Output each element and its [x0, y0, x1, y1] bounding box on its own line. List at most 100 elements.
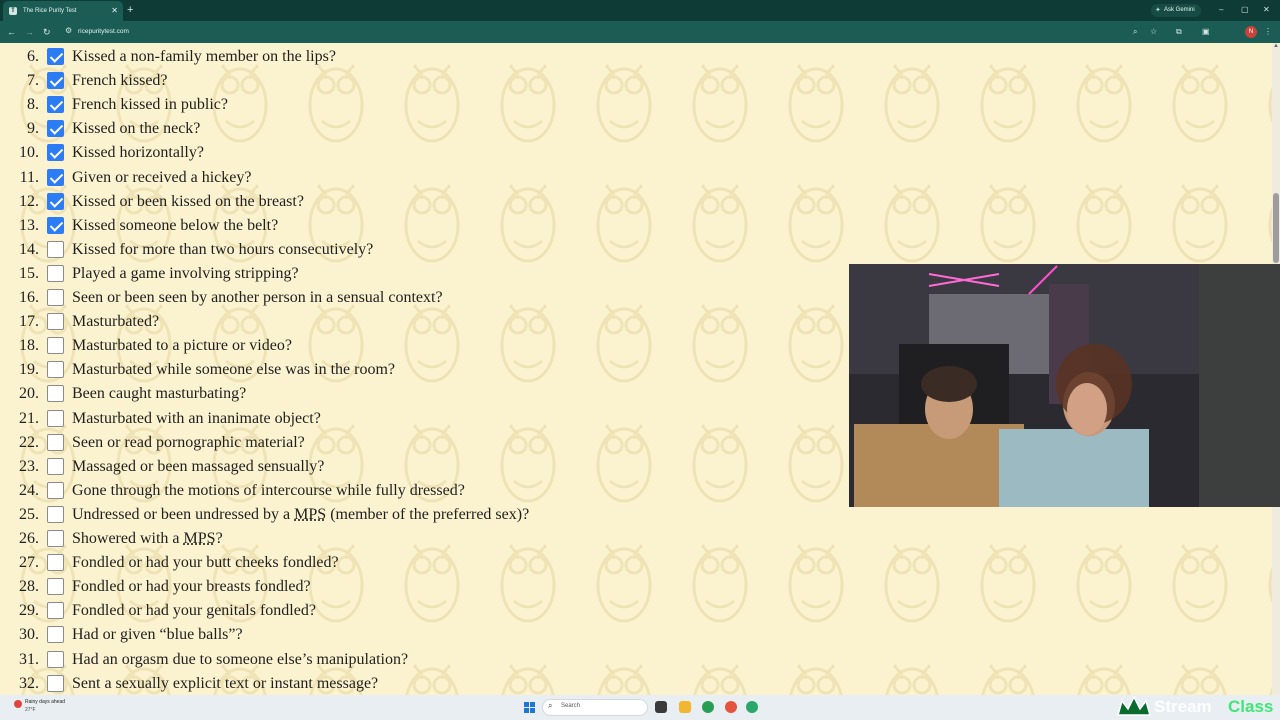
taskview-icon[interactable] — [655, 701, 667, 713]
question-text[interactable]: Seen or read pornographic material? — [72, 434, 305, 452]
question-checkbox[interactable] — [47, 337, 64, 355]
sidepanel-icon[interactable]: ▣ — [1202, 25, 1210, 39]
question-checkbox[interactable] — [47, 457, 64, 475]
question-text[interactable]: Kissed someone below the belt? — [72, 217, 278, 235]
question-checkbox[interactable] — [47, 361, 64, 379]
question-text[interactable]: Kissed for more than two hours consecuti… — [72, 241, 373, 259]
forward-arrow-icon[interactable]: → — [25, 25, 34, 39]
app-icon[interactable] — [746, 701, 758, 713]
url-text[interactable]: ricepuritytest.com — [78, 23, 129, 41]
question-text[interactable]: Masturbated while someone else was in th… — [72, 361, 395, 379]
browser-tab-bar: T The Rice Purity Test ✕ + ✦ Ask Gemini … — [0, 0, 1280, 21]
question-row: 17. Masturbated? — [0, 310, 700, 334]
question-row: 11. Given or received a hickey? — [0, 166, 700, 190]
windows-start-icon[interactable] — [524, 702, 535, 713]
chrome-icon[interactable] — [702, 701, 714, 713]
question-checkbox[interactable] — [47, 505, 64, 523]
question-number: 27. — [19, 554, 39, 572]
tab-close-icon[interactable]: ✕ — [111, 1, 118, 21]
question-checkbox[interactable] — [47, 264, 64, 282]
question-text[interactable]: Massaged or been massaged sensually? — [72, 458, 324, 476]
question-text[interactable]: Been caught masturbating? — [72, 385, 246, 403]
question-text[interactable]: Masturbated to a picture or video? — [72, 337, 292, 355]
question-text[interactable]: Played a game involving stripping? — [72, 265, 299, 283]
question-text[interactable]: Fondled or had your breasts fondled? — [72, 578, 311, 596]
reload-icon[interactable]: ↻ — [43, 25, 51, 39]
profile-avatar[interactable]: N — [1245, 26, 1257, 38]
weather-title[interactable]: Rainy days ahead — [25, 699, 65, 705]
question-row: 30. Had or given “blue balls”? — [0, 623, 700, 647]
question-row: 25. Undressed or been undressed by a MPS … — [0, 503, 700, 527]
question-checkbox[interactable] — [47, 530, 64, 547]
question-text[interactable]: Fondled or had your genitals fondled? — [72, 602, 316, 620]
weather-icon[interactable] — [14, 700, 22, 708]
question-number: 18. — [19, 337, 39, 355]
question-text[interactable]: Showered with a MPS? — [72, 530, 223, 548]
question-text[interactable]: French kissed in public? — [72, 96, 228, 114]
question-text[interactable]: Sent a sexually explicit text or instant… — [72, 675, 378, 693]
close-window-button[interactable]: ✕ — [1263, 3, 1270, 17]
question-text[interactable]: Seen or been seen by another person in a… — [72, 289, 443, 307]
question-text[interactable]: Given or received a hickey? — [72, 169, 251, 187]
question-checkbox[interactable] — [47, 168, 64, 186]
question-checkbox[interactable] — [47, 674, 64, 692]
ask-gemini-button[interactable]: ✦ Ask Gemini — [1151, 4, 1201, 17]
question-checkbox[interactable] — [47, 433, 64, 451]
scrollbar-thumb[interactable] — [1273, 193, 1279, 263]
file-explorer-icon[interactable] — [679, 701, 691, 713]
tab-rice-purity-test[interactable]: T The Rice Purity Test ✕ — [3, 1, 123, 21]
question-checkbox[interactable] — [47, 578, 64, 596]
address-bar[interactable]: ⚙ ricepuritytest.com — [60, 23, 1150, 41]
question-text[interactable]: Kissed or been kissed on the breast? — [72, 193, 304, 211]
question-checkbox[interactable] — [47, 481, 64, 499]
question-text[interactable]: Kissed on the neck? — [72, 120, 200, 138]
question-text[interactable]: Fondled or had your butt cheeks fondled? — [72, 554, 339, 572]
question-checkbox[interactable] — [47, 48, 64, 65]
question-text[interactable]: Kissed a non-family member on the lips? — [72, 48, 336, 66]
menu-kebab-icon[interactable]: ⋮ — [1264, 25, 1272, 39]
question-checkbox[interactable] — [47, 554, 64, 572]
zoom-icon[interactable]: ⌕ — [1133, 25, 1137, 39]
question-checkbox[interactable] — [47, 120, 64, 138]
back-arrow-icon[interactable]: ← — [7, 25, 16, 39]
scroll-up-arrow-icon[interactable]: ▲ — [1272, 43, 1280, 53]
mps-abbreviation[interactable]: MPS — [184, 530, 216, 547]
extensions-icon[interactable]: ⧉ — [1176, 25, 1182, 39]
restore-button[interactable]: ▢ — [1241, 3, 1249, 17]
search-icon: ⌕ — [548, 701, 553, 710]
question-text[interactable]: Kissed horizontally? — [72, 144, 204, 162]
new-tab-button[interactable]: + — [127, 3, 133, 17]
question-text[interactable]: French kissed? — [72, 72, 168, 90]
question-row: 29. Fondled or had your genitals fondled? — [0, 599, 700, 623]
question-text[interactable]: Masturbated with an inanimate object? — [72, 410, 321, 428]
question-text[interactable]: Undressed or been undressed by a MPS (me… — [72, 506, 529, 524]
weather-temp[interactable]: 27°F — [25, 707, 36, 713]
browser-app-icon[interactable] — [725, 701, 737, 713]
question-checkbox[interactable] — [47, 289, 64, 306]
question-checkbox[interactable] — [47, 602, 64, 620]
question-text[interactable]: Had or given “blue balls”? — [72, 626, 243, 644]
question-number: 29. — [19, 602, 39, 620]
question-checkbox[interactable] — [47, 192, 64, 210]
question-row: 22. Seen or read pornographic material? — [0, 431, 700, 455]
bookmark-star-icon[interactable]: ☆ — [1150, 25, 1157, 39]
question-checkbox[interactable] — [47, 385, 64, 403]
question-checkbox[interactable] — [47, 240, 64, 258]
question-checkbox[interactable] — [47, 144, 64, 162]
question-checkbox[interactable] — [47, 626, 64, 644]
question-checkbox[interactable] — [47, 650, 64, 668]
question-checkbox[interactable] — [47, 96, 64, 114]
question-text[interactable]: Had an orgasm due to someone else’s mani… — [72, 651, 408, 669]
question-text[interactable]: Masturbated? — [72, 313, 159, 331]
site-info-icon[interactable]: ⚙ — [65, 26, 75, 36]
question-text[interactable]: Gone through the motions of intercourse … — [72, 482, 465, 500]
taskbar-search[interactable]: ⌕ Search — [542, 699, 648, 716]
question-checkbox[interactable] — [47, 313, 64, 331]
question-checkbox[interactable] — [47, 72, 64, 90]
tab-title: The Rice Purity Test — [23, 8, 77, 14]
windows-taskbar: Rainy days ahead 27°F ⌕ Search — [0, 695, 1280, 720]
minimize-button[interactable]: – — [1219, 3, 1223, 17]
mps-abbreviation[interactable]: MPS — [294, 506, 326, 523]
question-checkbox[interactable] — [47, 409, 64, 427]
question-checkbox[interactable] — [47, 216, 64, 234]
